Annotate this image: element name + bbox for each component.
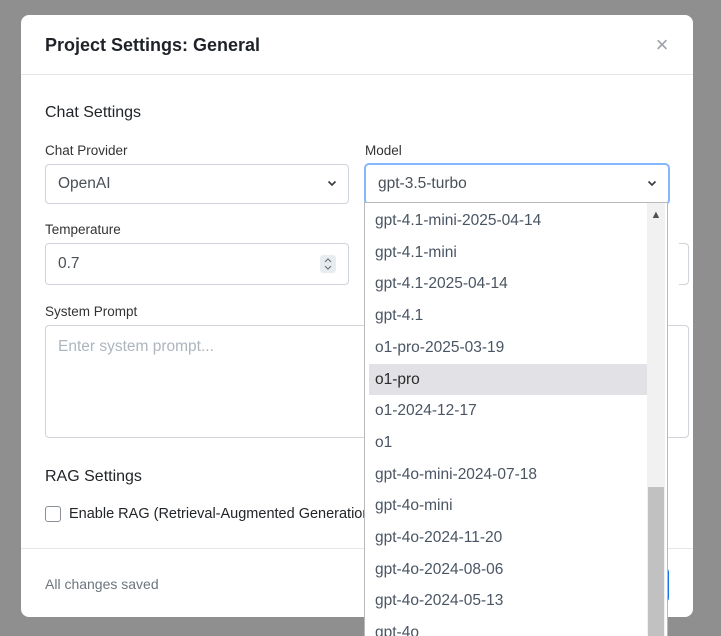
model-value: gpt-3.5-turbo [378,175,467,192]
dropdown-scroll-thumb[interactable] [648,487,664,636]
system-prompt-placeholder: Enter system prompt... [58,338,214,355]
rag-settings-title: RAG Settings [45,468,142,485]
temperature-input[interactable]: 0.7 [45,243,349,285]
model-option[interactable]: gpt-4.1-2025-04-14 [369,268,647,300]
chat-provider-select[interactable]: OpenAI [45,164,349,204]
model-dropdown-list[interactable]: gpt-4.1-mini-2025-04-14 gpt-4.1-mini gpt-4… [364,202,668,636]
chat-settings-title: Chat Settings [45,104,142,121]
model-option[interactable]: gpt-4o-2024-05-13 [369,585,647,617]
chat-provider-label: Chat Provider [45,143,128,158]
model-option[interactable]: gpt-4o-mini [369,490,647,522]
save-status-text: All changes saved [45,576,159,592]
modal-title: Project Settings: General [45,35,261,55]
system-prompt-label: System Prompt [45,304,138,319]
model-option[interactable]: gpt-4o-2024-11-20 [369,522,647,554]
chat-provider-value: OpenAI [58,175,111,192]
model-option[interactable]: gpt-4o-2024-08-06 [369,554,647,586]
model-option[interactable]: o1 [369,427,647,459]
temperature-label: Temperature [45,222,121,237]
close-icon[interactable]: × [653,34,671,56]
model-option[interactable]: o1-pro-2025-03-19 [369,332,647,364]
model-label: Model [365,143,402,158]
model-option[interactable]: o1-pro [369,363,647,396]
chevron-down-icon [647,180,657,187]
model-option[interactable]: o1-2024-12-17 [369,395,647,427]
chevron-down-icon [327,180,337,187]
modal-header: Project Settings: General × [21,15,693,75]
model-option[interactable]: gpt-4.1-mini [369,237,647,269]
model-option[interactable]: gpt-4o-mini-2024-07-18 [369,459,647,491]
spinner-icon[interactable] [320,255,336,273]
enable-rag-checkbox[interactable] [45,506,61,522]
model-select[interactable]: gpt-3.5-turbo [365,164,669,204]
partial-field-edge [679,243,689,285]
model-option[interactable]: gpt-4o [369,617,647,636]
scroll-up-arrow-icon[interactable]: ▲ [647,205,665,225]
model-option[interactable]: gpt-4.1-mini-2025-04-14 [369,205,647,237]
dropdown-scrollbar[interactable]: ▲ [647,203,665,636]
enable-rag-label[interactable]: Enable RAG (Retrieval-Augmented Generati… [69,506,375,522]
temperature-value: 0.7 [58,255,80,272]
model-option[interactable]: gpt-4.1 [369,300,647,332]
